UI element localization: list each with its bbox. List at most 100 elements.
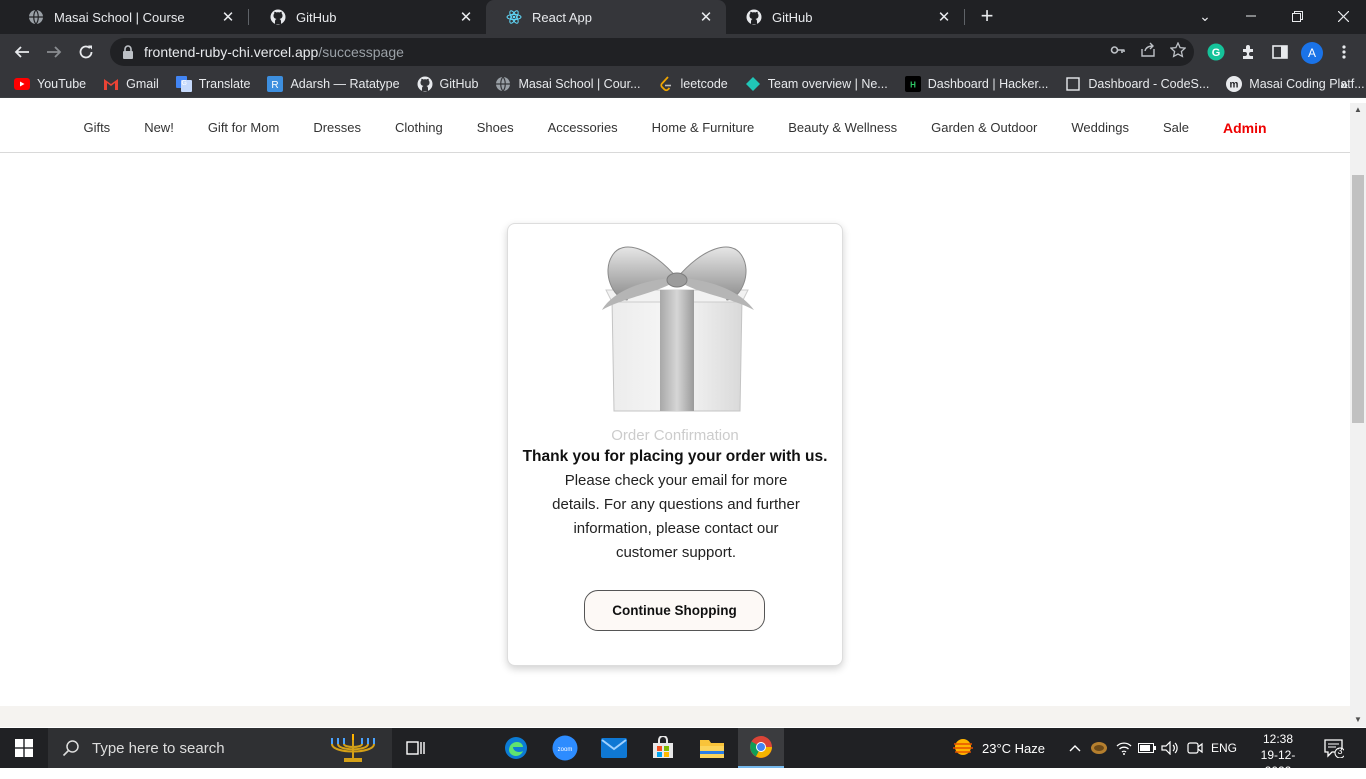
forward-icon[interactable] (40, 39, 68, 65)
url-path: /successpage (318, 44, 404, 60)
browser-tab[interactable]: Masai School | Course ✕ (8, 0, 248, 34)
translate-icon: G (175, 75, 192, 92)
chrome-taskbar-icon[interactable] (738, 728, 784, 768)
ratatype-icon: R (267, 75, 284, 92)
nav-item-home-furniture[interactable]: Home & Furniture (635, 120, 772, 135)
bookmark-netlify[interactable]: Team overview | Ne... (745, 76, 888, 92)
restore-icon[interactable] (1274, 0, 1320, 32)
github-icon (417, 76, 433, 92)
browser-toolbar: frontend-ruby-chi.vercel.app/successpage… (0, 34, 1366, 70)
bookmark-label: GitHub (439, 76, 479, 91)
scroll-up-arrow[interactable]: ▲ (1350, 103, 1366, 117)
battery-icon[interactable] (1137, 728, 1157, 768)
svg-text:zoom: zoom (558, 747, 573, 753)
svg-text:H: H (910, 80, 916, 89)
nav-item-shoes[interactable]: Shoes (460, 120, 531, 135)
globe-icon (495, 76, 511, 92)
bookmark-label: Team overview | Ne... (767, 76, 888, 91)
volume-icon[interactable] (1160, 728, 1180, 768)
nav-item-sale[interactable]: Sale (1146, 120, 1206, 135)
edge-icon[interactable] (496, 728, 536, 768)
back-icon[interactable] (8, 39, 36, 65)
address-bar[interactable]: frontend-ruby-chi.vercel.app/successpage (110, 38, 1194, 66)
grammarly-icon[interactable]: G (1207, 43, 1225, 61)
more-menu-icon[interactable] (1335, 43, 1353, 61)
mail-icon[interactable] (594, 728, 634, 768)
nav-item-gifts[interactable]: Gifts (66, 120, 127, 135)
windows-taskbar: Type here to search zoom 23°C Haze ENG 1… (0, 728, 1366, 778)
nav-item-beauty-wellness[interactable]: Beauty & Wellness (771, 120, 914, 135)
profile-avatar[interactable]: A (1301, 42, 1323, 64)
taskbar-clock[interactable]: 12:38 19-12-2022 (1252, 731, 1304, 779)
bookmark-ratatype[interactable]: R Adarsh — Ratatype (267, 75, 400, 92)
share-icon[interactable] (1140, 42, 1156, 62)
bookmark-label: Dashboard - CodeS... (1088, 76, 1210, 91)
file-explorer-icon[interactable] (692, 728, 732, 768)
star-icon[interactable] (1169, 41, 1187, 62)
store-icon[interactable] (643, 728, 683, 768)
lock-icon (123, 45, 133, 59)
extensions-icon[interactable] (1239, 43, 1257, 61)
continue-shopping-button[interactable]: Continue Shopping (584, 590, 765, 631)
tray-app-icon[interactable] (1089, 728, 1109, 768)
zoom-icon[interactable]: zoom (545, 728, 585, 768)
windows-start-icon[interactable] (8, 728, 40, 768)
page-scrollbar[interactable]: ▲ ▼ (1350, 103, 1366, 727)
weather-text[interactable]: 23°C Haze (982, 728, 1056, 768)
bookmark-leetcode[interactable]: leetcode (658, 75, 728, 92)
bookmark-label: Adarsh — Ratatype (290, 76, 400, 91)
clock-date: 19-12-2022 (1260, 748, 1296, 778)
close-icon[interactable]: ✕ (220, 9, 236, 26)
minimize-icon[interactable] (1228, 0, 1274, 32)
language-indicator[interactable]: ENG (1208, 728, 1240, 768)
bookmarks-overflow-button[interactable]: » (1340, 76, 1348, 92)
meet-now-icon[interactable] (1185, 728, 1205, 768)
nav-item-dresses[interactable]: Dresses (296, 120, 378, 135)
taskbar-search[interactable]: Type here to search (48, 728, 392, 768)
reload-icon[interactable] (72, 39, 100, 65)
nav-item-garden-outdoor[interactable]: Garden & Outdoor (914, 120, 1054, 135)
key-icon[interactable] (1110, 42, 1126, 62)
new-tab-button[interactable]: + (976, 5, 998, 27)
close-icon[interactable]: ✕ (936, 9, 952, 26)
tab-title: GitHub (772, 9, 813, 25)
nav-item-admin[interactable]: Admin (1206, 120, 1284, 136)
browser-tab-active[interactable]: React App ✕ (486, 0, 726, 34)
scrollbar-thumb[interactable] (1352, 175, 1364, 423)
bookmark-hackerrank[interactable]: H Dashboard | Hacker... (904, 75, 1048, 92)
bookmark-label: Translate (198, 76, 251, 91)
masai-icon: m (1226, 75, 1243, 92)
wifi-icon[interactable] (1114, 728, 1134, 768)
tab-title: Masai School | Course (54, 9, 185, 25)
tab-separator (964, 9, 965, 25)
side-panel-icon[interactable] (1271, 43, 1289, 61)
bookmark-youtube[interactable]: YouTube (14, 76, 86, 92)
close-icon[interactable]: ✕ (698, 9, 714, 26)
bookmark-masai-course[interactable]: Masai School | Cour... (495, 76, 641, 92)
order-confirmation-heading: Order Confirmation (611, 427, 739, 444)
notification-center-icon[interactable]: 3 (1324, 738, 1346, 759)
bookmark-codesignal[interactable]: Dashboard - CodeS... (1065, 76, 1209, 92)
nav-item-weddings[interactable]: Weddings (1054, 120, 1146, 135)
bookmark-translate[interactable]: G Translate (175, 75, 251, 92)
browser-tab[interactable]: GitHub ✕ (726, 0, 964, 34)
close-window-icon[interactable] (1320, 0, 1366, 32)
bookmark-label: YouTube (37, 76, 87, 91)
leetcode-icon (658, 75, 674, 92)
task-view-icon[interactable] (400, 728, 432, 768)
scroll-down-arrow[interactable]: ▼ (1350, 713, 1366, 727)
tab-search-icon[interactable]: ⌄ (1182, 0, 1228, 32)
close-icon[interactable]: ✕ (458, 9, 474, 26)
bookmark-github[interactable]: GitHub (417, 76, 479, 92)
nav-item-clothing[interactable]: Clothing (378, 120, 460, 135)
chevron-up-icon[interactable] (1066, 728, 1084, 768)
browser-tab[interactable]: GitHub ✕ (250, 0, 486, 34)
order-confirmation-card: Order Confirmation Thank you for placing… (507, 223, 843, 666)
tab-title: GitHub (296, 9, 337, 25)
nav-item-gift-for-mom[interactable]: Gift for Mom (191, 120, 297, 135)
bookmark-label: leetcode (680, 76, 728, 91)
url-host: frontend-ruby-chi.vercel.app (144, 44, 319, 60)
bookmark-gmail[interactable]: Gmail (103, 76, 159, 92)
nav-item-new[interactable]: New! (127, 120, 191, 135)
nav-item-accessories[interactable]: Accessories (531, 120, 635, 135)
